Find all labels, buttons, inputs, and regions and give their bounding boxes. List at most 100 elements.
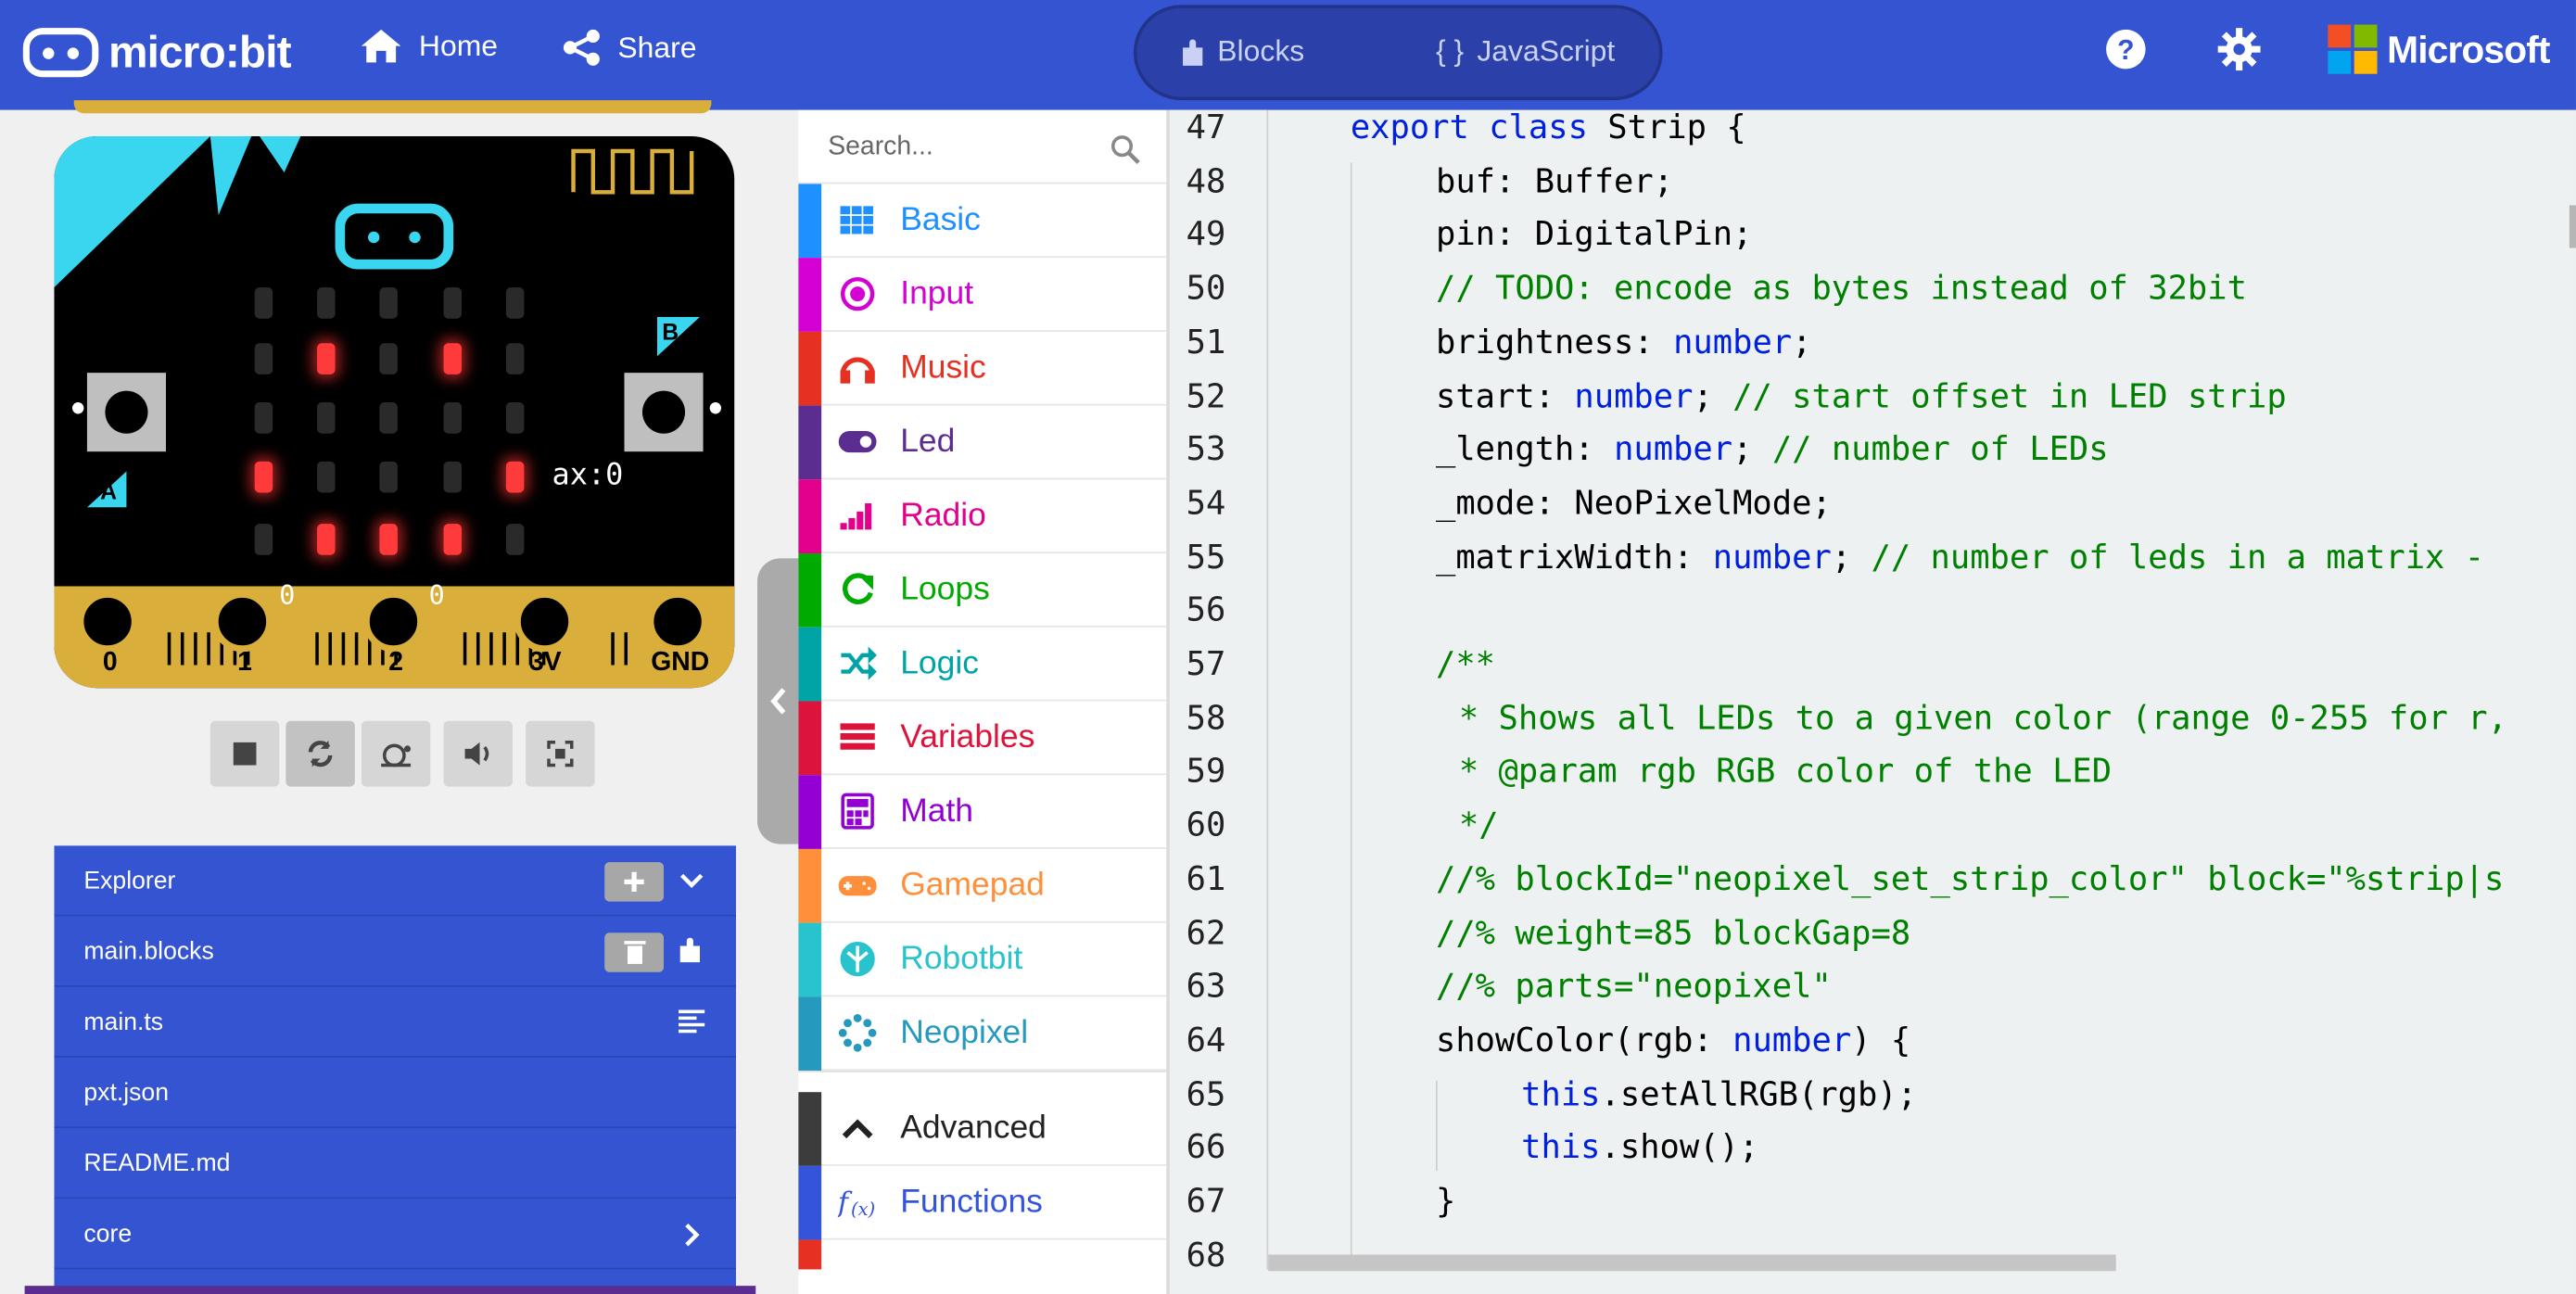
pin-0-value: 0 bbox=[279, 579, 296, 612]
code-token: this bbox=[1521, 1126, 1601, 1167]
toolbox-search[interactable]: Search... bbox=[798, 110, 1167, 184]
puzzle-icon bbox=[679, 937, 700, 963]
category-basic[interactable]: Basic bbox=[798, 184, 1167, 259]
code-line[interactable]: this.setAllRGB(rgb); bbox=[1521, 1073, 1917, 1113]
category-advanced[interactable]: Advanced bbox=[798, 1092, 1167, 1166]
code-line[interactable]: this.show(); bbox=[1521, 1127, 1758, 1167]
code-line[interactable]: //% weight=85 blockGap=8 bbox=[1436, 912, 1910, 952]
category-loops[interactable]: Loops bbox=[798, 553, 1167, 628]
neopixel-icon bbox=[838, 1013, 877, 1052]
code-line[interactable]: _length: number; // number of LEDs bbox=[1436, 429, 2109, 469]
code-editor[interactable]: 47 48 49 50 51 52 53 54 55 56 57 58 59 60 61 62 63 64 65 66… bbox=[1166, 107, 2576, 1294]
code-line[interactable]: //% blockId="neopixel_set_strip_color" b… bbox=[1436, 858, 2504, 898]
stop-button[interactable] bbox=[209, 720, 280, 787]
code-line[interactable]: brightness: number; bbox=[1436, 322, 1811, 362]
code-line[interactable]: _matrixWidth: number; // number of leds … bbox=[1436, 537, 2504, 577]
category-label: Functions bbox=[900, 1184, 1043, 1221]
align-left-icon bbox=[678, 1009, 705, 1034]
code-line[interactable]: start: number; // start offset in LED st… bbox=[1436, 375, 2287, 415]
category-led[interactable]: Led bbox=[798, 405, 1167, 480]
file-item-core[interactable]: core bbox=[54, 1199, 736, 1270]
collapse-simulator-handle[interactable] bbox=[757, 558, 801, 844]
code-line[interactable]: showColor(rgb: number) { bbox=[1436, 1020, 1910, 1059]
javascript-tab[interactable]: { } JavaScript bbox=[1436, 34, 1615, 69]
chevron-down-icon[interactable] bbox=[679, 870, 704, 890]
restart-button[interactable] bbox=[286, 720, 355, 787]
file-item-pxt-json[interactable]: pxt.json bbox=[54, 1058, 736, 1129]
blocks-tab[interactable]: Blocks bbox=[1181, 34, 1304, 69]
share-icon bbox=[563, 29, 600, 66]
button-b-label: B bbox=[662, 318, 679, 346]
code-line[interactable]: //% parts="neopixel" bbox=[1436, 966, 1832, 1006]
help-icon[interactable]: ? bbox=[2104, 28, 2147, 70]
code-line[interactable]: } bbox=[1436, 1181, 1455, 1221]
code-token: // number of LEDs bbox=[1771, 428, 2109, 469]
bottom-accent-bar bbox=[24, 1286, 756, 1294]
button-a[interactable] bbox=[86, 373, 167, 452]
category-color-bar bbox=[798, 553, 822, 628]
category-robotbit[interactable]: Robotbit bbox=[798, 922, 1167, 997]
led-0-4 bbox=[505, 287, 525, 319]
category-color-bar bbox=[798, 479, 822, 554]
code-line[interactable]: export class Strip { bbox=[1351, 107, 1746, 146]
category-functions[interactable]: f (x) Functions bbox=[798, 1165, 1167, 1240]
add-file-button[interactable] bbox=[604, 862, 665, 902]
file-item-readme[interactable]: README.md bbox=[54, 1128, 736, 1199]
category-gamepad[interactable]: Gamepad bbox=[798, 848, 1167, 923]
line-number: 50 bbox=[1186, 267, 1226, 308]
pin-2-pad[interactable] bbox=[362, 590, 425, 653]
delete-file-button[interactable] bbox=[604, 932, 665, 972]
sound-button[interactable] bbox=[443, 720, 513, 787]
vertical-scrollbar[interactable] bbox=[2569, 205, 2576, 248]
code-token: number bbox=[1732, 1019, 1852, 1059]
category-label: Math bbox=[900, 793, 974, 830]
file-item-main-blocks[interactable]: main.blocks bbox=[54, 917, 736, 987]
code-line[interactable]: _mode: NeoPixelMode; bbox=[1436, 483, 1832, 523]
category-logic[interactable]: Logic bbox=[798, 627, 1167, 702]
pin-1-pad[interactable] bbox=[211, 590, 273, 653]
slow-mo-button[interactable] bbox=[361, 720, 431, 787]
category-math[interactable]: Math bbox=[798, 775, 1167, 849]
code-token: ) { bbox=[1851, 1019, 1911, 1059]
code-line[interactable]: * Shows all LEDs to a given color (range… bbox=[1440, 697, 2528, 737]
category-label: Basic bbox=[900, 201, 981, 238]
microsoft-logo[interactable]: Microsoft bbox=[2328, 24, 2550, 74]
code-line[interactable]: * @param rgb RGB color of the LED bbox=[1440, 751, 2112, 791]
stop-icon bbox=[233, 742, 257, 766]
gear-icon[interactable] bbox=[2217, 28, 2261, 71]
led-2-2 bbox=[379, 402, 398, 434]
pin-0-pad[interactable] bbox=[77, 590, 138, 653]
puzzle-icon bbox=[1183, 38, 1203, 65]
line-number: 54 bbox=[1186, 482, 1226, 523]
explorer-header[interactable]: Explorer bbox=[54, 845, 736, 917]
code-line[interactable]: pin: DigitalPin; bbox=[1436, 214, 1752, 254]
microbit-face-logo bbox=[335, 203, 454, 270]
category-neopixel[interactable]: Neopixel bbox=[798, 996, 1167, 1072]
fullscreen-button[interactable] bbox=[526, 720, 595, 787]
code-token: ; bbox=[1831, 536, 1872, 577]
home-button[interactable]: Home bbox=[360, 28, 498, 64]
category-music[interactable]: Music bbox=[798, 331, 1167, 406]
microbit-board: A B ax:0 0 1 2 3V GND 0 0 bbox=[54, 136, 735, 689]
code-line[interactable]: buf: Buffer; bbox=[1436, 160, 1673, 200]
file-item-main-ts[interactable]: main.ts bbox=[54, 987, 736, 1058]
code-line[interactable]: */ bbox=[1440, 805, 1499, 844]
code-line[interactable]: // TODO: encode as bytes instead of 32bi… bbox=[1436, 268, 2247, 308]
microbit-logo[interactable]: micro:bit bbox=[22, 23, 292, 82]
pin-gnd-pad bbox=[647, 590, 708, 653]
category-variables[interactable]: Variables bbox=[798, 701, 1167, 776]
category-radio[interactable]: Radio bbox=[798, 479, 1167, 554]
button-b-label-badge: B bbox=[656, 316, 700, 357]
button-b[interactable] bbox=[624, 373, 704, 452]
code-line[interactable]: /** bbox=[1436, 643, 1495, 683]
editor-toggle: Blocks { } JavaScript bbox=[1133, 5, 1663, 101]
search-input[interactable]: Search... bbox=[828, 133, 933, 160]
button-b-dot bbox=[709, 402, 722, 414]
horizontal-scrollbar[interactable] bbox=[1268, 1254, 2116, 1272]
category-input[interactable]: Input bbox=[798, 258, 1167, 332]
category-label: Radio bbox=[900, 497, 986, 534]
code-token: //% parts="neopixel" bbox=[1435, 966, 1832, 1006]
file-name: pxt.json bbox=[83, 1078, 170, 1107]
led-icon bbox=[838, 431, 877, 453]
share-button[interactable]: Share bbox=[562, 28, 697, 68]
